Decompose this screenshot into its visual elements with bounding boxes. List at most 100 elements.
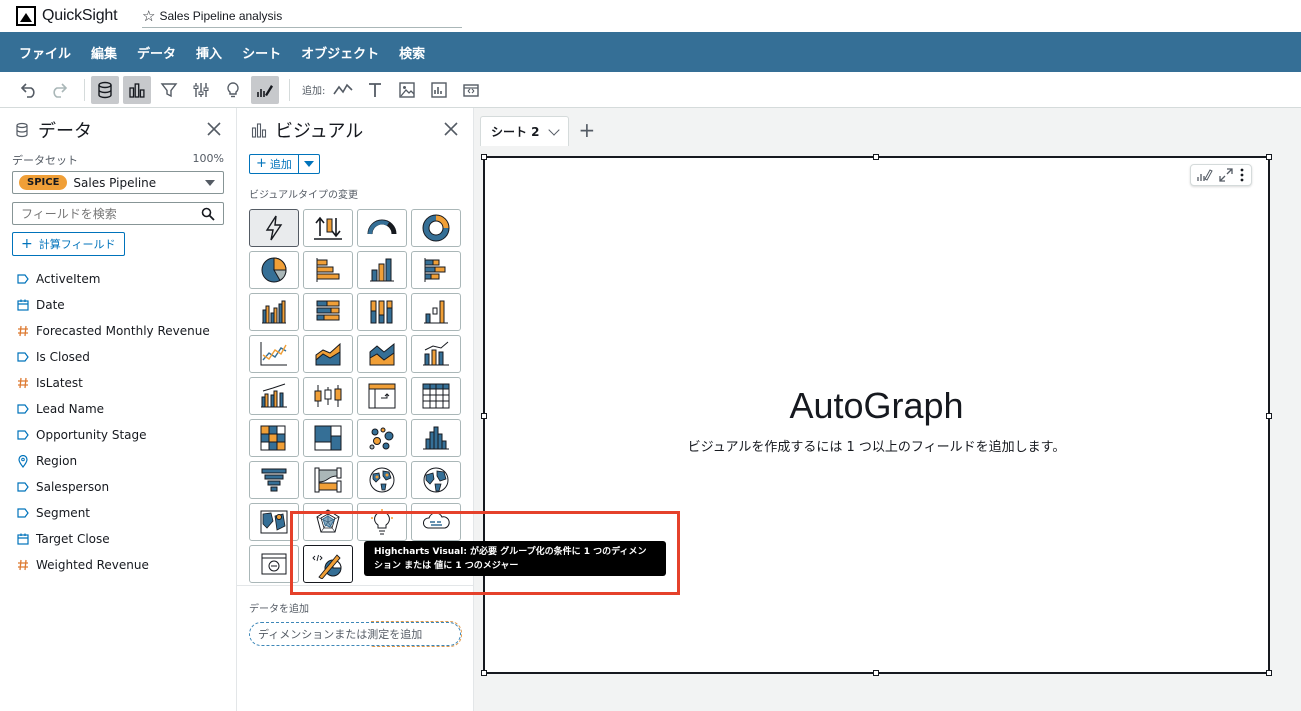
dataset-select[interactable]: SPICE Sales Pipeline xyxy=(12,171,224,194)
field-item[interactable]: Weighted Revenue xyxy=(0,552,236,578)
format-visual-button[interactable] xyxy=(251,75,279,104)
sheet-tab-label: シート 2 xyxy=(491,125,540,139)
dimension-tag-icon xyxy=(17,430,29,440)
menu-file[interactable]: ファイル xyxy=(11,43,79,62)
field-type-icon xyxy=(16,404,30,414)
menu-sheet[interactable]: シート xyxy=(234,43,289,62)
field-item[interactable]: Date xyxy=(0,292,236,318)
horizontal-bar-icon xyxy=(316,257,340,282)
more-options-icon[interactable] xyxy=(1239,168,1245,182)
expand-icon[interactable] xyxy=(1219,168,1233,182)
add-text-button[interactable] xyxy=(361,76,389,104)
analysis-title-field[interactable]: ☆ Sales Pipeline analysis xyxy=(142,4,462,28)
visual-type-stacked-100-horizontal[interactable] xyxy=(303,292,353,331)
resize-handle[interactable] xyxy=(481,670,487,676)
field-item[interactable]: Is Closed xyxy=(0,344,236,370)
visual-type-stacked-vertical-bar[interactable] xyxy=(357,292,407,331)
visual-type-filled-map[interactable] xyxy=(411,460,461,499)
resize-handle[interactable] xyxy=(481,154,487,160)
visual-type-line[interactable] xyxy=(249,334,299,373)
insights-button[interactable] xyxy=(219,76,247,104)
field-item[interactable]: Region xyxy=(0,448,236,474)
parameters-button[interactable] xyxy=(187,76,215,104)
add-visual-dropdown[interactable] xyxy=(299,155,319,173)
visual-type-scatter[interactable] xyxy=(357,418,407,457)
field-item[interactable]: Lead Name xyxy=(0,396,236,422)
add-calculated-field-button[interactable]: + 計算フィールド xyxy=(12,232,125,256)
menu-search[interactable]: 検索 xyxy=(391,43,433,62)
close-icon[interactable] xyxy=(443,121,459,137)
redo-button[interactable] xyxy=(46,76,74,104)
close-icon[interactable] xyxy=(206,121,222,137)
visual-type-gauge[interactable] xyxy=(357,208,407,247)
visual-type-pie[interactable] xyxy=(249,250,299,289)
add-visual-button[interactable] xyxy=(329,76,357,104)
visual-type-stacked-horizontal-bar[interactable] xyxy=(411,250,461,289)
field-search-input[interactable] xyxy=(21,206,191,221)
quicksight-logo[interactable]: QuickSight xyxy=(16,6,138,26)
menu-insert[interactable]: 挿入 xyxy=(188,43,230,62)
visual-type-map[interactable] xyxy=(357,460,407,499)
visual-type-clustered-bar[interactable] xyxy=(249,292,299,331)
stacked-100-horizontal-icon xyxy=(316,300,340,320)
visual-type-clustered-combo[interactable] xyxy=(249,376,299,415)
add-sheet-button[interactable]: + xyxy=(579,118,596,142)
menu-object[interactable]: オブジェクト xyxy=(293,43,387,62)
filter-button[interactable] xyxy=(155,76,183,104)
visual-type-pivot-table[interactable] xyxy=(357,376,407,415)
visual-type-histogram[interactable] xyxy=(411,418,461,457)
format-visual-icon[interactable] xyxy=(1197,168,1213,182)
visual-type-waterfall[interactable] xyxy=(411,292,461,331)
data-pane-title: データ xyxy=(38,121,92,142)
visual-type-tree-map[interactable] xyxy=(303,418,353,457)
visual-type-box-plot[interactable] xyxy=(303,376,353,415)
field-drop-zone[interactable]: ディメンションまたは測定を追加 xyxy=(249,621,462,647)
add-visual-button[interactable]: + 追加 xyxy=(250,154,299,173)
visual-type-area[interactable] xyxy=(303,334,353,373)
field-item[interactable]: Segment xyxy=(0,500,236,526)
visual-type-heat-map[interactable] xyxy=(249,418,299,457)
redo-icon xyxy=(53,82,68,98)
caret-down-icon xyxy=(205,180,215,186)
visual-type-autograph[interactable] xyxy=(249,208,299,247)
visual-type-vertical-bar[interactable] xyxy=(357,250,407,289)
data-pane-button[interactable] xyxy=(91,75,119,104)
app-name: QuickSight xyxy=(42,7,118,24)
field-item[interactable]: Forecasted Monthly Revenue xyxy=(0,318,236,344)
visual-type-stacked-area[interactable] xyxy=(357,334,407,373)
field-item[interactable]: Salesperson xyxy=(0,474,236,500)
field-item[interactable]: IsLatest xyxy=(0,370,236,396)
add-embed-button[interactable] xyxy=(457,76,485,104)
calendar-icon xyxy=(17,299,29,311)
add-image-button[interactable] xyxy=(393,76,421,104)
field-item[interactable]: ActiveItem xyxy=(0,266,236,292)
add-insight-button[interactable] xyxy=(425,76,453,104)
search-icon[interactable] xyxy=(201,207,215,221)
field-item[interactable]: Target Close xyxy=(0,526,236,552)
undo-button[interactable] xyxy=(14,76,42,104)
dimension-tag-icon xyxy=(17,508,29,518)
tab-sheet-2[interactable]: シート 2 xyxy=(480,116,569,146)
resize-handle[interactable] xyxy=(873,670,879,676)
menu-edit[interactable]: 編集 xyxy=(83,43,125,62)
visual-type-kpi[interactable] xyxy=(303,208,353,247)
menu-data[interactable]: データ xyxy=(129,43,184,62)
line-chart-icon xyxy=(333,83,353,94)
resize-handle[interactable] xyxy=(1266,670,1272,676)
visuals-pane-button[interactable] xyxy=(123,75,151,104)
measure-hash-icon xyxy=(18,559,28,571)
resize-handle[interactable] xyxy=(873,154,879,160)
analysis-title[interactable]: Sales Pipeline analysis xyxy=(159,9,282,23)
area-chart-icon xyxy=(315,342,341,365)
visual-type-donut[interactable] xyxy=(411,208,461,247)
visual-type-funnel[interactable] xyxy=(249,460,299,499)
visual-type-horizontal-bar[interactable] xyxy=(303,250,353,289)
visual-type-bar-line-combo[interactable] xyxy=(411,334,461,373)
visual-type-table[interactable] xyxy=(411,376,461,415)
field-item[interactable]: Opportunity Stage xyxy=(0,422,236,448)
star-icon[interactable]: ☆ xyxy=(142,7,155,25)
resize-handle[interactable] xyxy=(1266,154,1272,160)
chevron-down-icon[interactable] xyxy=(547,123,560,136)
autograph-visual[interactable]: AutoGraph ビジュアルを作成するには 1 つ以上のフィールドを追加します… xyxy=(481,154,1272,676)
visual-type-sankey[interactable] xyxy=(303,460,353,499)
